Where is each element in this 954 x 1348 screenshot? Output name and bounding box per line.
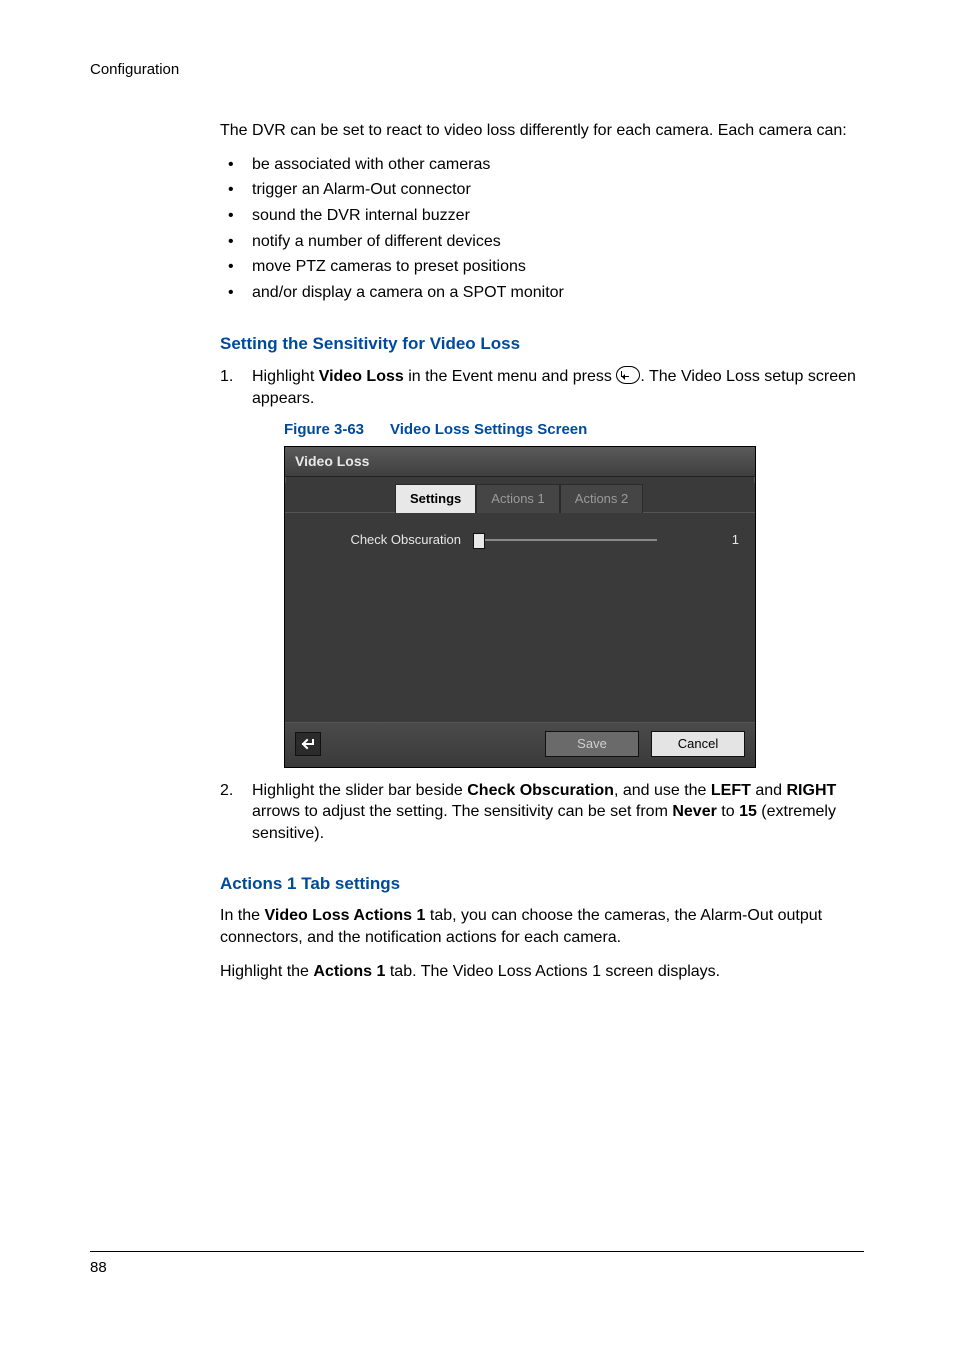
section-heading-actions1: Actions 1 Tab settings bbox=[220, 873, 864, 896]
figure-caption: Figure 3-63 Video Loss Settings Screen bbox=[284, 420, 864, 440]
enter-icon bbox=[616, 366, 640, 384]
step2-mid4: to bbox=[717, 803, 739, 820]
list-item: trigger an Alarm-Out connector bbox=[220, 179, 864, 201]
tab-actions2[interactable]: Actions 2 bbox=[560, 484, 643, 514]
tab-actions1[interactable]: Actions 1 bbox=[476, 484, 559, 514]
back-button[interactable] bbox=[295, 732, 321, 756]
step2-b1: Check Obscuration bbox=[467, 782, 614, 799]
page-footer: 88 bbox=[90, 1251, 864, 1278]
page-number: 88 bbox=[90, 1259, 107, 1276]
cancel-button[interactable]: Cancel bbox=[651, 731, 745, 757]
save-button[interactable]: Save bbox=[545, 731, 639, 757]
step2-b4: Never bbox=[672, 803, 716, 820]
step1-bold: Video Loss bbox=[319, 368, 404, 385]
step-1: Highlight Video Loss in the Event menu a… bbox=[220, 366, 864, 767]
a1p2-pre: Highlight the bbox=[220, 963, 313, 980]
step2-b5: 15 bbox=[739, 803, 757, 820]
slider-thumb[interactable] bbox=[473, 533, 485, 549]
capability-list: be associated with other cameras trigger… bbox=[220, 154, 864, 304]
list-item: sound the DVR internal buzzer bbox=[220, 205, 864, 227]
dialog-title: Video Loss bbox=[285, 447, 755, 477]
figure-number: Figure 3-63 bbox=[284, 421, 364, 438]
running-head: Configuration bbox=[90, 60, 864, 80]
step2-b3: RIGHT bbox=[787, 782, 837, 799]
list-item: be associated with other cameras bbox=[220, 154, 864, 176]
step-2: Highlight the slider bar beside Check Ob… bbox=[220, 780, 864, 845]
a1p2-bold: Actions 1 bbox=[313, 963, 385, 980]
slider-track bbox=[473, 539, 657, 541]
step2-pre: Highlight the slider bar beside bbox=[252, 782, 467, 799]
dialog-body: Check Obscuration 1 bbox=[285, 512, 755, 722]
check-obscuration-label: Check Obscuration bbox=[301, 531, 461, 549]
step1-text-mid: in the Event menu and press bbox=[404, 368, 617, 385]
intro-paragraph: The DVR can be set to react to video los… bbox=[220, 120, 864, 142]
dialog-tabs: Settings Actions 1 Actions 2 bbox=[285, 483, 755, 513]
step1-text-pre: Highlight bbox=[252, 368, 319, 385]
step2-mid3: arrows to adjust the setting. The sensit… bbox=[252, 803, 672, 820]
figure-title: Video Loss Settings Screen bbox=[390, 421, 587, 438]
dialog-footer: Save Cancel bbox=[285, 722, 755, 767]
list-item: move PTZ cameras to preset positions bbox=[220, 256, 864, 278]
list-item: and/or display a camera on a SPOT monito… bbox=[220, 282, 864, 304]
section-heading-sensitivity: Setting the Sensitivity for Video Loss bbox=[220, 333, 864, 356]
slider-value: 1 bbox=[669, 531, 739, 549]
obscuration-slider[interactable] bbox=[473, 532, 657, 548]
a1p2-post: tab. The Video Loss Actions 1 screen dis… bbox=[385, 963, 720, 980]
actions1-para1: In the Video Loss Actions 1 tab, you can… bbox=[220, 905, 864, 948]
a1p1-bold: Video Loss Actions 1 bbox=[264, 907, 425, 924]
actions1-para2: Highlight the Actions 1 tab. The Video L… bbox=[220, 961, 864, 983]
a1p1-pre: In the bbox=[220, 907, 264, 924]
step2-b2: LEFT bbox=[711, 782, 751, 799]
step2-mid2: and bbox=[751, 782, 787, 799]
back-arrow-icon bbox=[301, 738, 315, 750]
list-item: notify a number of different devices bbox=[220, 231, 864, 253]
video-loss-dialog: Video Loss Settings Actions 1 Actions 2 … bbox=[284, 446, 756, 768]
tab-settings[interactable]: Settings bbox=[395, 484, 476, 514]
step2-mid1: , and use the bbox=[614, 782, 711, 799]
